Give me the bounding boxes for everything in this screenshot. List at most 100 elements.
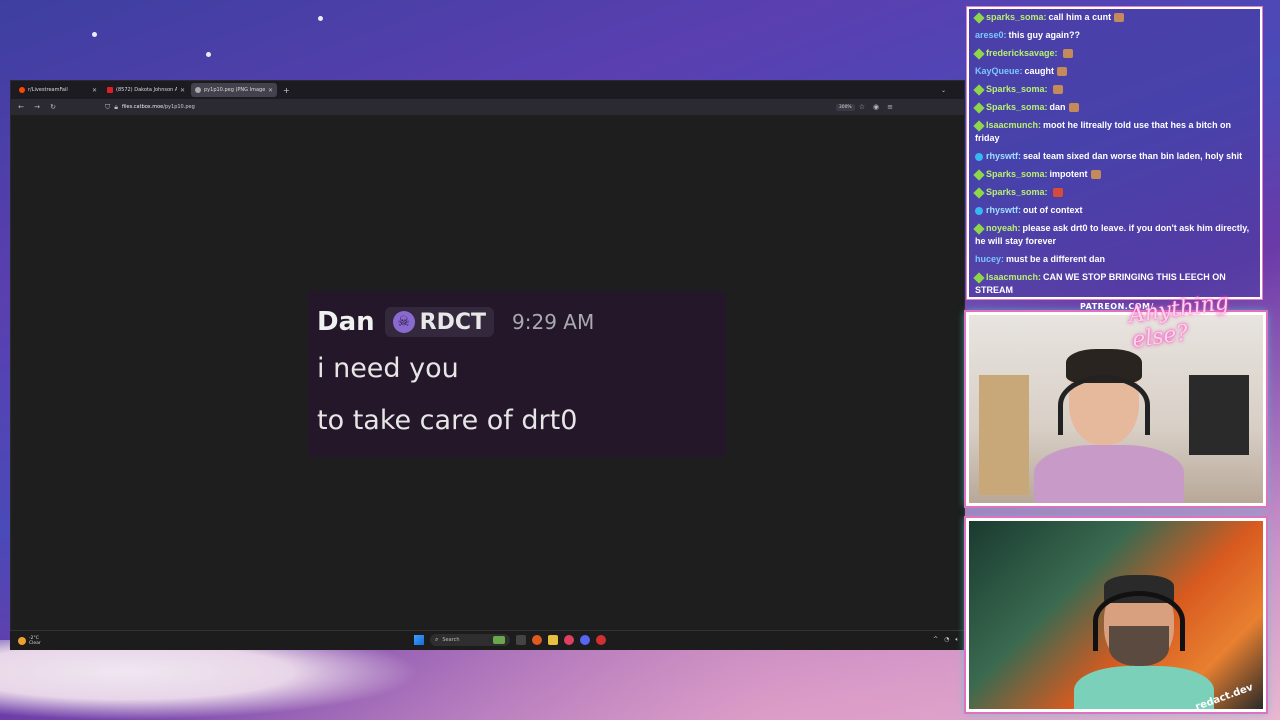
background-cloud <box>0 640 420 720</box>
chat-text: call him a cunt <box>1048 12 1112 22</box>
background-star <box>206 52 211 57</box>
chat-username[interactable]: Isaacmunch: <box>986 272 1041 282</box>
chevron-up-icon[interactable]: ^ <box>933 636 938 644</box>
webcam-streamer-1 <box>966 312 1266 506</box>
discord-icon[interactable] <box>580 635 590 645</box>
taskbar-search[interactable]: ⌕ Search <box>430 634 510 646</box>
search-label: Search <box>442 637 460 643</box>
chat-username[interactable]: noyeah: <box>986 223 1021 233</box>
chat-message: sparks_soma: call him a cunt <box>973 11 1254 24</box>
subscriber-badge-icon <box>973 83 985 96</box>
taskbar: -2°C Clear ⌕ Search ^ ◔ 🔈︎ <box>10 630 965 650</box>
tab-image[interactable]: py1p10.peg (PNG Image, 212 × ✕ <box>191 83 277 97</box>
chat-text: this guy again?? <box>1008 30 1081 40</box>
chat-emote-icon <box>1052 85 1063 95</box>
extension-icon[interactable]: ◉ <box>873 103 879 111</box>
chat-username[interactable]: hucey: <box>975 254 1004 264</box>
url-bar[interactable]: ⛉ 🔒︎ files.catbox.moe/py1p10.peg 300% ☆ <box>105 103 865 112</box>
browser-window: r/LivestreamFail ✕ (8572) Dakota Johnson… <box>10 80 965 650</box>
chat-username[interactable]: Sparks_soma: <box>986 169 1048 179</box>
back-arrow-icon[interactable]: ← <box>17 103 25 111</box>
subscriber-badge-icon <box>973 222 985 235</box>
subscriber-badge-icon <box>973 168 985 181</box>
server-tag-label: RDCT <box>419 309 486 335</box>
forward-arrow-icon[interactable]: → <box>33 103 41 111</box>
app-icon[interactable] <box>564 635 574 645</box>
obs-icon[interactable] <box>596 635 606 645</box>
network-icon[interactable]: ◔ <box>944 636 949 644</box>
tab-reddit[interactable]: r/LivestreamFail ✕ <box>15 83 101 97</box>
zoom-badge[interactable]: 300% <box>835 103 855 111</box>
chat-message: fredericksavage: <box>973 47 1254 60</box>
message-header: Dan ☠ RDCT 9:29 AM <box>317 307 594 337</box>
weather-icon <box>18 636 26 645</box>
file-explorer-icon[interactable] <box>548 635 558 645</box>
tab-title: (8572) Dakota Johnson Almost <box>116 87 177 93</box>
lock-icon: 🔒︎ <box>114 102 118 111</box>
tab-youtube[interactable]: (8572) Dakota Johnson Almost ✕ <box>103 83 189 97</box>
chat-text: seal team sixed dan worse than bin laden… <box>1023 151 1243 161</box>
volume-icon[interactable]: 🔈︎ <box>955 636 959 644</box>
chat-username[interactable]: rhyswtf: <box>986 205 1021 215</box>
chat-username[interactable]: Sparks_soma: <box>986 102 1048 112</box>
chat-message: Sparks_soma: impotent <box>973 168 1254 181</box>
bookmark-star-icon[interactable]: ☆ <box>859 103 865 111</box>
chat-username[interactable]: KayQueue: <box>975 66 1023 76</box>
chat-username[interactable]: fredericksavage: <box>986 48 1058 58</box>
weather-text: -2°C Clear <box>29 636 41 646</box>
url-host: files.catbox.moe <box>121 104 164 110</box>
tab-title: r/LivestreamFail <box>28 87 68 93</box>
close-icon[interactable]: ✕ <box>180 87 185 94</box>
chat-username[interactable]: Sparks_soma: <box>986 84 1048 94</box>
taskbar-apps: ⌕ Search <box>414 634 606 646</box>
firefox-icon[interactable] <box>532 635 542 645</box>
verified-badge-icon <box>975 152 983 161</box>
chat-message: Isaacmunch: moot he litreally told use th… <box>973 119 1254 145</box>
chat-username[interactable]: rhyswtf: <box>986 151 1021 161</box>
subscriber-badge-icon <box>973 119 985 132</box>
tab-list-button[interactable]: ⌄ <box>941 87 946 94</box>
message-author: Dan <box>317 307 375 337</box>
tab-bar: r/LivestreamFail ✕ (8572) Dakota Johnson… <box>11 81 964 99</box>
weather-desc: Clear <box>29 640 41 646</box>
chat-text: caught <box>1024 66 1055 76</box>
chat-message: Sparks_soma: dan <box>973 101 1254 114</box>
skull-icon: ☠ <box>392 311 415 333</box>
chat-message: rhyswtf: seal team sixed dan worse than b… <box>975 150 1254 163</box>
background-shelf <box>979 375 1029 495</box>
url-path: /py1p10.peg <box>163 104 195 110</box>
new-tab-button[interactable]: + <box>279 86 294 95</box>
message-time: 9:29 AM <box>512 310 595 334</box>
close-icon[interactable]: ✕ <box>92 87 97 94</box>
chat-username[interactable]: arese0: <box>975 30 1007 40</box>
headphones-icon <box>1058 375 1150 435</box>
weather-widget[interactable]: -2°C Clear <box>18 636 41 646</box>
youtube-icon <box>107 87 113 93</box>
system-tray: ^ ◔ 🔈︎ <box>933 636 959 644</box>
chat-username[interactable]: Sparks_soma: <box>986 187 1048 197</box>
discord-message-image: Dan ☠ RDCT 9:29 AM i need you to take ca… <box>308 291 726 457</box>
chat-username[interactable]: sparks_soma: <box>986 12 1047 22</box>
chat-emote-icon <box>1052 188 1063 198</box>
streamer-1 <box>1034 345 1184 503</box>
reload-icon[interactable]: ↻ <box>49 103 57 111</box>
image-viewport: Dan ☠ RDCT 9:29 AM i need you to take ca… <box>11 115 964 631</box>
chat-message: arese0: this guy again?? <box>975 29 1254 42</box>
subscriber-badge-icon <box>973 11 985 24</box>
chat-emote-icon <box>1068 103 1079 113</box>
chat-username[interactable]: Isaacmunch: <box>986 120 1041 130</box>
background-star <box>92 32 97 37</box>
chat-emote-icon <box>1090 170 1101 180</box>
chat-message: Sparks_soma: <box>973 83 1254 96</box>
menu-icon[interactable]: ≡ <box>887 103 893 111</box>
subscriber-badge-icon <box>973 101 985 114</box>
chat-text: dan <box>1049 102 1066 112</box>
chat-text: must be a different dan <box>1006 254 1106 264</box>
chat-message: rhyswtf: out of context <box>975 204 1254 217</box>
search-icon: ⌕ <box>435 636 439 643</box>
nav-bar: ← → ↻ ⛉ 🔒︎ files.catbox.moe/py1p10.peg 3… <box>11 99 964 115</box>
subscriber-badge-icon <box>973 47 985 60</box>
close-icon[interactable]: ✕ <box>268 87 273 94</box>
task-view-icon[interactable] <box>516 635 526 645</box>
windows-start-icon[interactable] <box>414 635 424 645</box>
